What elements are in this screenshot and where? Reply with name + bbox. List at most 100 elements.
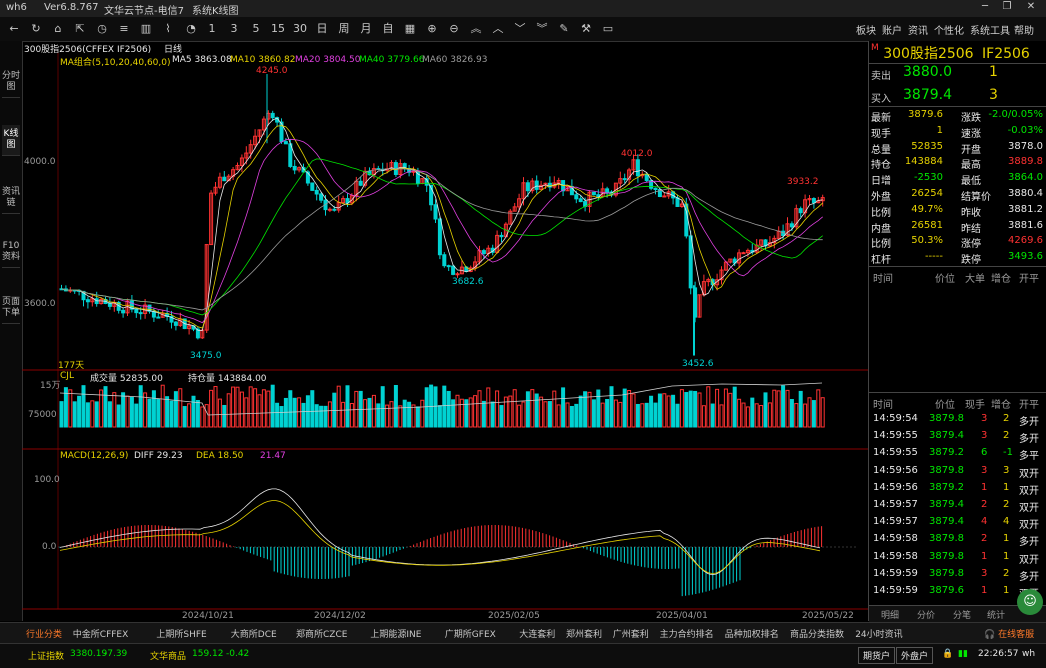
ma-group-label: MA组合(5,10,20,40,60,0) — [60, 58, 171, 68]
index1-change: -7.39 — [104, 649, 128, 659]
exchange-tab[interactable]: 行业分类 — [26, 627, 62, 640]
tab-ticks[interactable]: 分笔 — [953, 608, 971, 621]
buy-price[interactable]: 3879.4 — [903, 87, 952, 103]
bar-chart-icon[interactable]: ▥ — [138, 21, 154, 37]
tab-order[interactable]: 页面下单 — [2, 293, 20, 324]
period-day[interactable]: 日 — [314, 21, 330, 37]
menu-sector[interactable]: 板块 — [856, 22, 876, 37]
tab-kline[interactable]: K线图 — [2, 125, 20, 156]
foreign-account-button[interactable]: 外盘户 — [896, 647, 934, 664]
tick-cell: 2 — [1003, 430, 1010, 442]
kline-chart[interactable] — [22, 41, 868, 621]
minimize-icon[interactable]: ─ — [974, 1, 996, 16]
assistant-icon[interactable]: ☺ — [1017, 589, 1043, 615]
zoom-out-icon[interactable]: ⊖ — [446, 21, 462, 37]
period-1min[interactable]: 1 — [204, 21, 220, 37]
chevron-up-icon[interactable]: ︿ — [490, 21, 506, 37]
chevrons-up-icon[interactable]: ︽ — [468, 21, 484, 37]
tick-cell: -1 — [1003, 447, 1013, 459]
index2-change: -0.42 — [226, 649, 250, 659]
macd-label[interactable]: MACD(12,26,9) — [60, 451, 128, 461]
exchange-tab[interactable]: 上期所SHFE — [156, 627, 206, 640]
futures-account-button[interactable]: 期货户 — [858, 647, 896, 664]
pointer-icon[interactable]: ⇱ — [72, 21, 88, 37]
exchange-tab[interactable]: 中金所CFFEX — [73, 627, 129, 640]
close-icon[interactable]: ✕ — [1020, 1, 1042, 16]
home-icon[interactable]: ⌂ — [50, 21, 66, 37]
period-label[interactable]: 日线 — [164, 42, 182, 55]
exchange-tab[interactable]: 广州套利 — [613, 627, 649, 640]
quote-field-value: 143884 — [904, 156, 943, 168]
menu-news[interactable]: 资讯 — [908, 22, 928, 37]
tick-cell: 14:59:59 — [873, 585, 918, 596]
restore-icon[interactable]: ❐ — [996, 1, 1018, 16]
app-name: wh6 — [6, 2, 27, 13]
exchange-tab[interactable]: 郑商所CZCE — [296, 627, 347, 640]
period-week[interactable]: 周 — [336, 21, 352, 37]
chart-line-icon[interactable]: ⌇ — [160, 21, 176, 37]
lock-icon[interactable]: 🔒 — [942, 649, 953, 659]
tick-cell: 多平 — [1019, 451, 1039, 463]
exchange-tab[interactable]: 主力合约排名 — [660, 627, 714, 640]
list-icon[interactable]: ≡ — [116, 21, 132, 37]
period-month[interactable]: 月 — [358, 21, 374, 37]
tick-cell: 双开 — [1019, 554, 1039, 566]
back-arrow-icon[interactable]: ← — [6, 21, 22, 37]
quote-field-label: 涨跌 — [961, 113, 981, 124]
tick-row: 14:59:58 3879.8 1 1 双开 — [869, 549, 1046, 566]
quote-field-value: 3881.2 — [1008, 203, 1043, 215]
period-custom[interactable]: 自 — [380, 21, 396, 37]
grid-icon[interactable]: ▦ — [402, 21, 418, 37]
tab-stats[interactable]: 统计 — [987, 608, 1005, 621]
clock-icon[interactable]: ◷ — [94, 21, 110, 37]
chevrons-down-icon[interactable]: ︾ — [534, 21, 550, 37]
exchange-tab[interactable]: 品种加权排名 — [725, 627, 779, 640]
tick-cell: 3879.4 — [929, 516, 964, 528]
draw-icon[interactable]: ✎ — [556, 21, 572, 37]
tab-news-chain[interactable]: 资讯链 — [2, 183, 20, 214]
online-service-button[interactable]: 🎧 在线客服 — [984, 627, 1034, 640]
tools-icon[interactable]: ⚒ — [578, 21, 594, 37]
tick-row: 14:59:57 3879.4 4 4 双开 — [869, 514, 1046, 531]
quote-field-value: -2.0/0.05% — [988, 109, 1043, 120]
tick-header: 时间 价位 现手 增仓 开平 — [873, 400, 1039, 411]
window-icon[interactable]: ▭ — [600, 21, 616, 37]
tab-price-split[interactable]: 分价 — [917, 608, 935, 621]
quote-row: 日增 -2530 最低 3864.0 — [869, 171, 1046, 187]
quote-field-label: 结算价 — [961, 192, 991, 203]
volume-indicator-label[interactable]: CJL — [60, 371, 74, 381]
exchange-tab[interactable]: 上期能源INE — [370, 627, 421, 640]
tab-detail[interactable]: 明细 — [881, 608, 899, 621]
sell-qty: 1 — [989, 64, 998, 80]
period-5min[interactable]: 5 — [248, 21, 264, 37]
index2-value: 159.12 — [192, 649, 224, 659]
menu-account[interactable]: 账户 — [882, 22, 902, 37]
chevron-down-icon[interactable]: ﹀ — [512, 21, 528, 37]
tab-timeshare[interactable]: 分时图 — [2, 67, 20, 98]
tick-row: 14:59:56 3879.8 3 3 双开 — [869, 463, 1046, 480]
chart-area[interactable]: 300股指2506(CFFEX IF2506) 日线 MA组合(5,10,20,… — [22, 41, 868, 621]
period-30min[interactable]: 30 — [292, 21, 308, 37]
tab-f10[interactable]: F10资料 — [2, 237, 20, 268]
zoom-in-icon[interactable]: ⊕ — [424, 21, 440, 37]
refresh-icon[interactable]: ↻ — [28, 21, 44, 37]
exchange-tab[interactable]: 广期所GFEX — [445, 627, 496, 640]
sell-price[interactable]: 3880.0 — [903, 64, 952, 80]
exchange-tab[interactable]: 商品分类指数 — [790, 627, 844, 640]
quote-field-label: 比例 — [871, 207, 891, 219]
tick-row: 14:59:55 3879.2 6 -1 多平 — [869, 445, 1046, 462]
exchange-tab[interactable]: 大连套利 — [519, 627, 555, 640]
quote-field-value: 49.7% — [911, 203, 943, 215]
contract-name: 300股指2506 — [883, 46, 974, 62]
menu-help[interactable]: 帮助 — [1014, 22, 1034, 37]
time-icon[interactable]: ◔ — [183, 21, 199, 37]
period-3min[interactable]: 3 — [226, 21, 242, 37]
quote-row: 杠杆 ----- 跌停 3493.6 — [869, 250, 1046, 266]
menu-personalize[interactable]: 个性化 — [934, 22, 964, 37]
exchange-tab[interactable]: 郑州套利 — [566, 627, 602, 640]
exchange-tab[interactable]: 24小时资讯 — [855, 627, 902, 640]
menu-system-tools[interactable]: 系统工具 — [970, 22, 1010, 37]
exchange-tab[interactable]: 大商所DCE — [231, 627, 277, 640]
tick-cell: 14:59:54 — [873, 413, 918, 424]
period-15min[interactable]: 15 — [270, 21, 286, 37]
